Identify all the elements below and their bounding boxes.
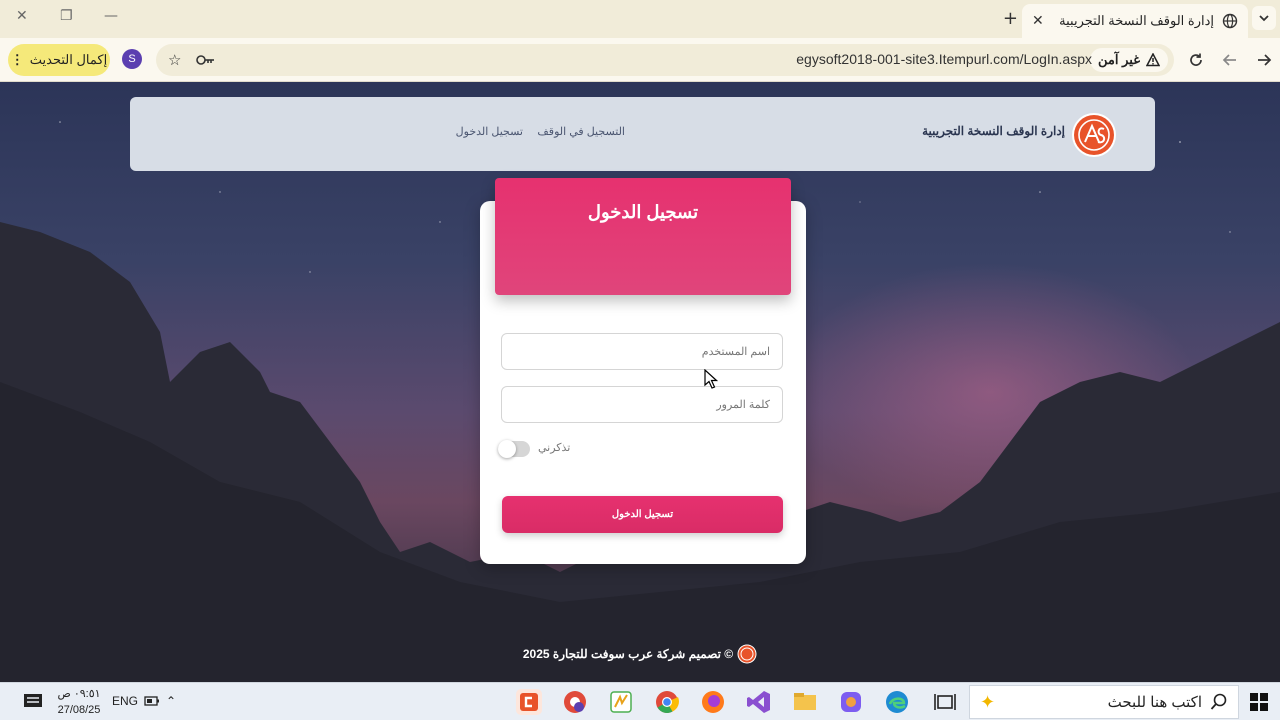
- forward-icon[interactable]: [1254, 50, 1274, 70]
- login-submit-button[interactable]: تسجيل الدخول: [502, 496, 783, 533]
- login-card-header: تسجيل الدخول: [495, 178, 791, 295]
- task-view-icon[interactable]: [932, 689, 958, 715]
- copilot-sparkle-icon: ✦: [980, 691, 996, 713]
- chrome-profile-icon[interactable]: [562, 689, 588, 715]
- battery-icon[interactable]: [144, 694, 160, 708]
- login-heading: تسجيل الدخول: [587, 202, 699, 222]
- password-input[interactable]: [501, 386, 783, 423]
- page-footer: © تصميم شركة عرب سوفت للتجارة 2025: [0, 644, 1280, 664]
- tab-close-icon[interactable]: ✕: [1032, 13, 1044, 29]
- tab-search-button[interactable]: [1252, 6, 1276, 30]
- mouse-cursor-icon: [704, 369, 718, 389]
- tab-title: إدارة الوقف النسخة التجريبية: [1059, 13, 1214, 28]
- clock-date: 27/08/25: [57, 704, 101, 716]
- app-switcher-icon[interactable]: [608, 689, 634, 715]
- windows-taskbar: اكتب هنا للبحث ✦ ⌃ ENG ٠٩:٥١ ص 27/08/25: [0, 682, 1280, 720]
- site-logo-icon[interactable]: [1071, 112, 1117, 158]
- taskbar-search[interactable]: اكتب هنا للبحث ✦: [969, 685, 1239, 719]
- taskbar-search-placeholder: اكتب هنا للبحث: [1107, 694, 1202, 711]
- language-indicator[interactable]: ENG: [112, 694, 138, 708]
- security-label: غير آمن: [1098, 52, 1140, 67]
- back-icon[interactable]: [1220, 50, 1240, 70]
- password-key-icon[interactable]: [196, 52, 216, 68]
- edge-browser-icon[interactable]: [884, 689, 910, 715]
- reload-icon[interactable]: [1186, 50, 1206, 70]
- chevron-up-icon[interactable]: ⌃: [166, 694, 176, 708]
- app-icon-red[interactable]: [516, 689, 542, 715]
- url-text[interactable]: egysoft2018-001-site3.Itempurl.com/LogIn…: [796, 51, 1092, 67]
- toggle-knob: [498, 440, 516, 458]
- site-navbar: إدارة الوقف النسخة التجريبية التسجيل في …: [130, 97, 1155, 171]
- firefox-icon[interactable]: [700, 689, 726, 715]
- remember-me-toggle[interactable]: [498, 440, 530, 458]
- windows-start-icon[interactable]: [1250, 693, 1268, 711]
- update-button[interactable]: إكمال التحديث ⋮: [8, 44, 110, 76]
- bookmark-star-icon[interactable]: ☆: [168, 51, 181, 69]
- remember-me-row: تذكرني: [498, 439, 578, 459]
- browser-toolbar: إكمال التحديث ⋮ S غير آمن egysoft2018-00…: [0, 38, 1280, 82]
- footer-text: © تصميم شركة عرب سوفت للتجارة 2025: [522, 647, 734, 661]
- browser-tab[interactable]: إدارة الوقف النسخة التجريبية ✕: [1022, 4, 1248, 38]
- footer-logo-icon: [737, 644, 757, 664]
- site-brand[interactable]: إدارة الوقف النسخة التجريبية: [922, 124, 1065, 138]
- warning-icon: [1146, 53, 1160, 67]
- profile-avatar[interactable]: S: [122, 49, 142, 69]
- more-menu-icon: ⋮: [10, 52, 24, 67]
- security-chip[interactable]: غير آمن: [1090, 48, 1168, 72]
- search-icon: [1210, 693, 1227, 710]
- file-explorer-icon[interactable]: [792, 689, 818, 715]
- chrome-icon[interactable]: [654, 689, 680, 715]
- update-label: إكمال التحديث: [29, 52, 108, 67]
- clock-time: ٠٩:٥١ ص: [57, 688, 101, 700]
- window-restore-icon[interactable]: ❐: [60, 8, 73, 24]
- window-minimize-icon[interactable]: —: [104, 8, 118, 24]
- username-input[interactable]: [501, 333, 783, 370]
- taskbar-clock[interactable]: ٠٩:٥١ ص 27/08/25: [52, 686, 106, 718]
- copilot-icon[interactable]: [838, 689, 864, 715]
- browser-tab-bar: ✕ ❐ — إدارة الوقف النسخة التجريبية ✕ +: [0, 0, 1280, 38]
- new-tab-icon[interactable]: +: [1003, 8, 1018, 29]
- address-bar[interactable]: غير آمن egysoft2018-001-site3.Itempurl.c…: [156, 44, 1174, 76]
- window-close-icon[interactable]: ✕: [16, 8, 28, 24]
- page-viewport: إدارة الوقف النسخة التجريبية التسجيل في …: [0, 82, 1280, 682]
- nav-login-link[interactable]: تسجيل الدخول: [456, 125, 523, 138]
- visual-studio-icon[interactable]: [746, 689, 772, 715]
- chevron-down-icon: [1259, 15, 1269, 22]
- globe-icon: [1222, 13, 1238, 29]
- notifications-icon[interactable]: [20, 689, 46, 715]
- nav-register-link[interactable]: التسجيل في الوقف: [537, 125, 625, 138]
- remember-me-label[interactable]: تذكرني: [538, 441, 570, 454]
